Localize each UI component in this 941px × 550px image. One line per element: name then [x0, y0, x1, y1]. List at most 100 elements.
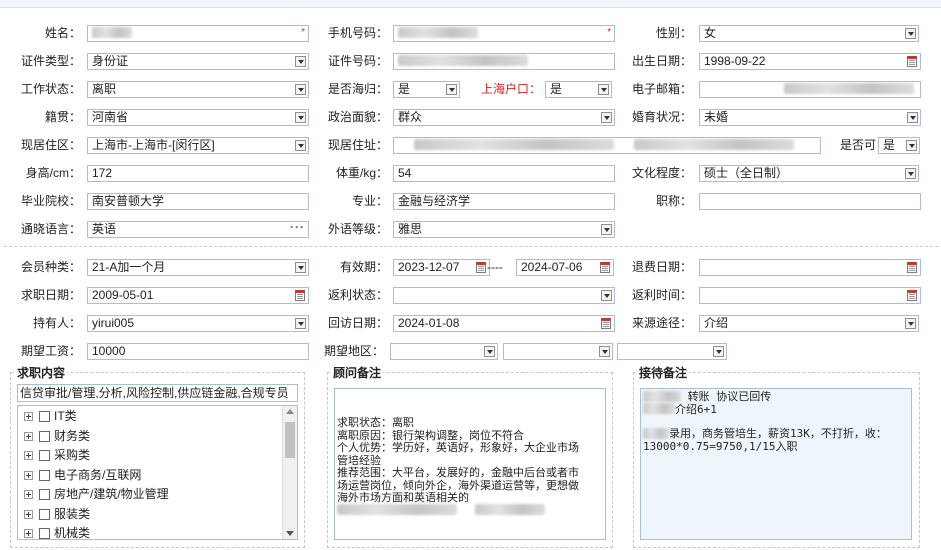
birth-date-field[interactable]: 1998-09-22 — [699, 53, 921, 70]
dropdown-arrow-icon[interactable] — [295, 56, 306, 67]
checkbox-icon[interactable] — [39, 508, 50, 520]
category-tree[interactable]: IT类 财务类 采购类 电子商务/互联网 房地产/建筑/物业管理 服装类 机械类 — [17, 405, 298, 540]
major-field[interactable]: 金融与经济学 — [393, 193, 615, 210]
residence-select[interactable]: 上海市-上海市-[闵行区] — [87, 137, 309, 154]
calendar-icon[interactable] — [600, 262, 610, 273]
dropdown-arrow-icon[interactable] — [295, 84, 306, 95]
checkbox-icon[interactable] — [39, 411, 50, 423]
dropdown-arrow-icon[interactable] — [601, 224, 612, 235]
checkbox-icon[interactable] — [39, 489, 50, 501]
dropdown-arrow-icon[interactable] — [601, 112, 612, 123]
scroll-up-icon[interactable] — [286, 409, 294, 414]
valid-to-field[interactable]: 2024-07-06 — [516, 259, 614, 276]
dropdown-arrow-icon[interactable] — [601, 290, 612, 301]
calendar-icon[interactable] — [907, 56, 917, 67]
gender-select[interactable]: 女 — [699, 25, 919, 42]
lang-level-select[interactable]: 雅思 — [393, 221, 615, 238]
dropdown-arrow-icon[interactable] — [295, 112, 306, 123]
rebate-time-field[interactable] — [699, 287, 921, 304]
salary-field[interactable]: 10000 — [87, 343, 309, 360]
calendar-icon[interactable] — [907, 290, 917, 301]
weight-field[interactable]: 54 — [393, 165, 615, 182]
tree-expand-icon[interactable] — [24, 412, 33, 422]
rebate-status-select[interactable] — [393, 287, 615, 304]
email-field[interactable] — [699, 81, 921, 98]
dropdown-arrow-icon[interactable] — [295, 318, 306, 329]
dropdown-arrow-icon[interactable] — [599, 346, 610, 357]
hukou-select[interactable]: 是 — [545, 81, 612, 98]
region-province-select[interactable] — [390, 343, 498, 360]
tree-item-purchase[interactable]: 采购类 — [22, 446, 282, 466]
checkbox-icon[interactable] — [39, 528, 50, 539]
tree-item-finance[interactable]: 财务类 — [22, 427, 282, 447]
calendar-icon[interactable] — [295, 290, 305, 301]
member-type-label: 会员种类： — [20, 260, 81, 274]
marital-value: 未婚 — [704, 110, 729, 124]
tree-item-it[interactable]: IT类 — [22, 407, 282, 427]
tree-expand-icon[interactable] — [24, 431, 33, 441]
tree-scrollbar[interactable] — [282, 406, 297, 539]
tree-expand-icon[interactable] — [24, 451, 33, 461]
id-no-field[interactable] — [393, 53, 615, 70]
tree-item-ecommerce[interactable]: 电子商务/互联网 — [22, 466, 282, 486]
scrollbar-thumb[interactable] — [285, 422, 295, 458]
education-select[interactable]: 硕士（全日制） — [699, 165, 919, 182]
dropdown-arrow-icon[interactable] — [907, 112, 918, 123]
dropdown-arrow-icon[interactable] — [905, 168, 916, 179]
tree-item-realestate[interactable]: 房地产/建筑/物业管理 — [22, 485, 282, 505]
work-status-select[interactable]: 离职 — [87, 81, 309, 98]
phone-field[interactable]: * — [393, 25, 615, 42]
tree-item-machinery[interactable]: 机械类 — [22, 524, 282, 539]
title-field[interactable] — [699, 193, 921, 210]
reception-notes-textarea[interactable]: 转账 协议已回传 介绍6+1 录用，商务管培生，薪资13K，不打折，收： 130… — [640, 388, 912, 540]
job-date-label: 求职日期： — [20, 288, 81, 302]
checkbox-icon[interactable] — [39, 450, 50, 462]
member-type-select[interactable]: 21-A加一个月 — [87, 259, 309, 276]
dropdown-arrow-icon[interactable] — [598, 84, 609, 95]
native-select[interactable]: 河南省 — [87, 109, 309, 126]
dropdown-arrow-icon[interactable] — [446, 84, 457, 95]
valid-label: 有效期： — [339, 260, 388, 274]
birth-label: 出生日期： — [631, 54, 692, 68]
job-content-summary[interactable]: 信贷审批/管理,分析,风险控制,供应链金融,合规专员 — [17, 384, 298, 402]
language-field[interactable]: 英语 ··· — [87, 221, 309, 238]
source-label: 来源途径： — [631, 316, 692, 330]
checkbox-icon[interactable] — [39, 430, 50, 442]
checkbox-icon[interactable] — [39, 469, 50, 481]
tree-expand-icon[interactable] — [24, 509, 33, 519]
marital-select[interactable]: 未婚 — [699, 109, 921, 126]
region-district-select[interactable] — [617, 343, 727, 360]
dropdown-arrow-icon[interactable] — [484, 346, 495, 357]
weight-label: 体重/kg： — [335, 166, 388, 180]
dropdown-arrow-icon[interactable] — [905, 28, 916, 39]
can-select[interactable]: 是 — [878, 137, 920, 154]
calendar-icon[interactable] — [907, 262, 917, 273]
dropdown-arrow-icon[interactable] — [905, 318, 916, 329]
name-field[interactable]: * — [87, 25, 309, 42]
tree-expand-icon[interactable] — [24, 470, 33, 480]
birth-value: 1998-09-22 — [704, 54, 766, 68]
dropdown-arrow-icon[interactable] — [295, 140, 306, 151]
id-type-select[interactable]: 身份证 — [87, 53, 309, 70]
tree-expand-icon[interactable] — [24, 529, 33, 539]
tree-expand-icon[interactable] — [24, 490, 33, 500]
school-field[interactable]: 南安普顿大学 — [87, 193, 309, 210]
dropdown-arrow-icon[interactable] — [713, 346, 724, 357]
visit-date-field[interactable]: 2024-01-08 — [393, 315, 615, 332]
advisor-notes-textarea[interactable]: 求职状态：离职 离职原因：银行架构调整，岗位不符合 个人优势：学历好，英语好，形… — [334, 388, 606, 540]
political-select[interactable]: 群众 — [393, 109, 615, 126]
more-dots-icon[interactable]: ··· — [290, 222, 305, 235]
tree-item-clothing[interactable]: 服装类 — [22, 505, 282, 525]
refund-date-field[interactable] — [699, 259, 921, 276]
returnee-select[interactable]: 是 — [393, 81, 460, 98]
holder-select[interactable]: yirui005 — [87, 315, 309, 332]
address-field[interactable] — [393, 137, 821, 154]
dropdown-arrow-icon[interactable] — [906, 140, 917, 151]
height-field[interactable]: 172 — [87, 165, 309, 182]
job-date-field[interactable]: 2009-05-01 — [87, 287, 309, 304]
dropdown-arrow-icon[interactable] — [295, 262, 306, 273]
calendar-icon[interactable] — [601, 318, 611, 329]
scroll-down-icon[interactable] — [286, 531, 294, 536]
source-select[interactable]: 介绍 — [699, 315, 919, 332]
region-city-select[interactable] — [503, 343, 613, 360]
